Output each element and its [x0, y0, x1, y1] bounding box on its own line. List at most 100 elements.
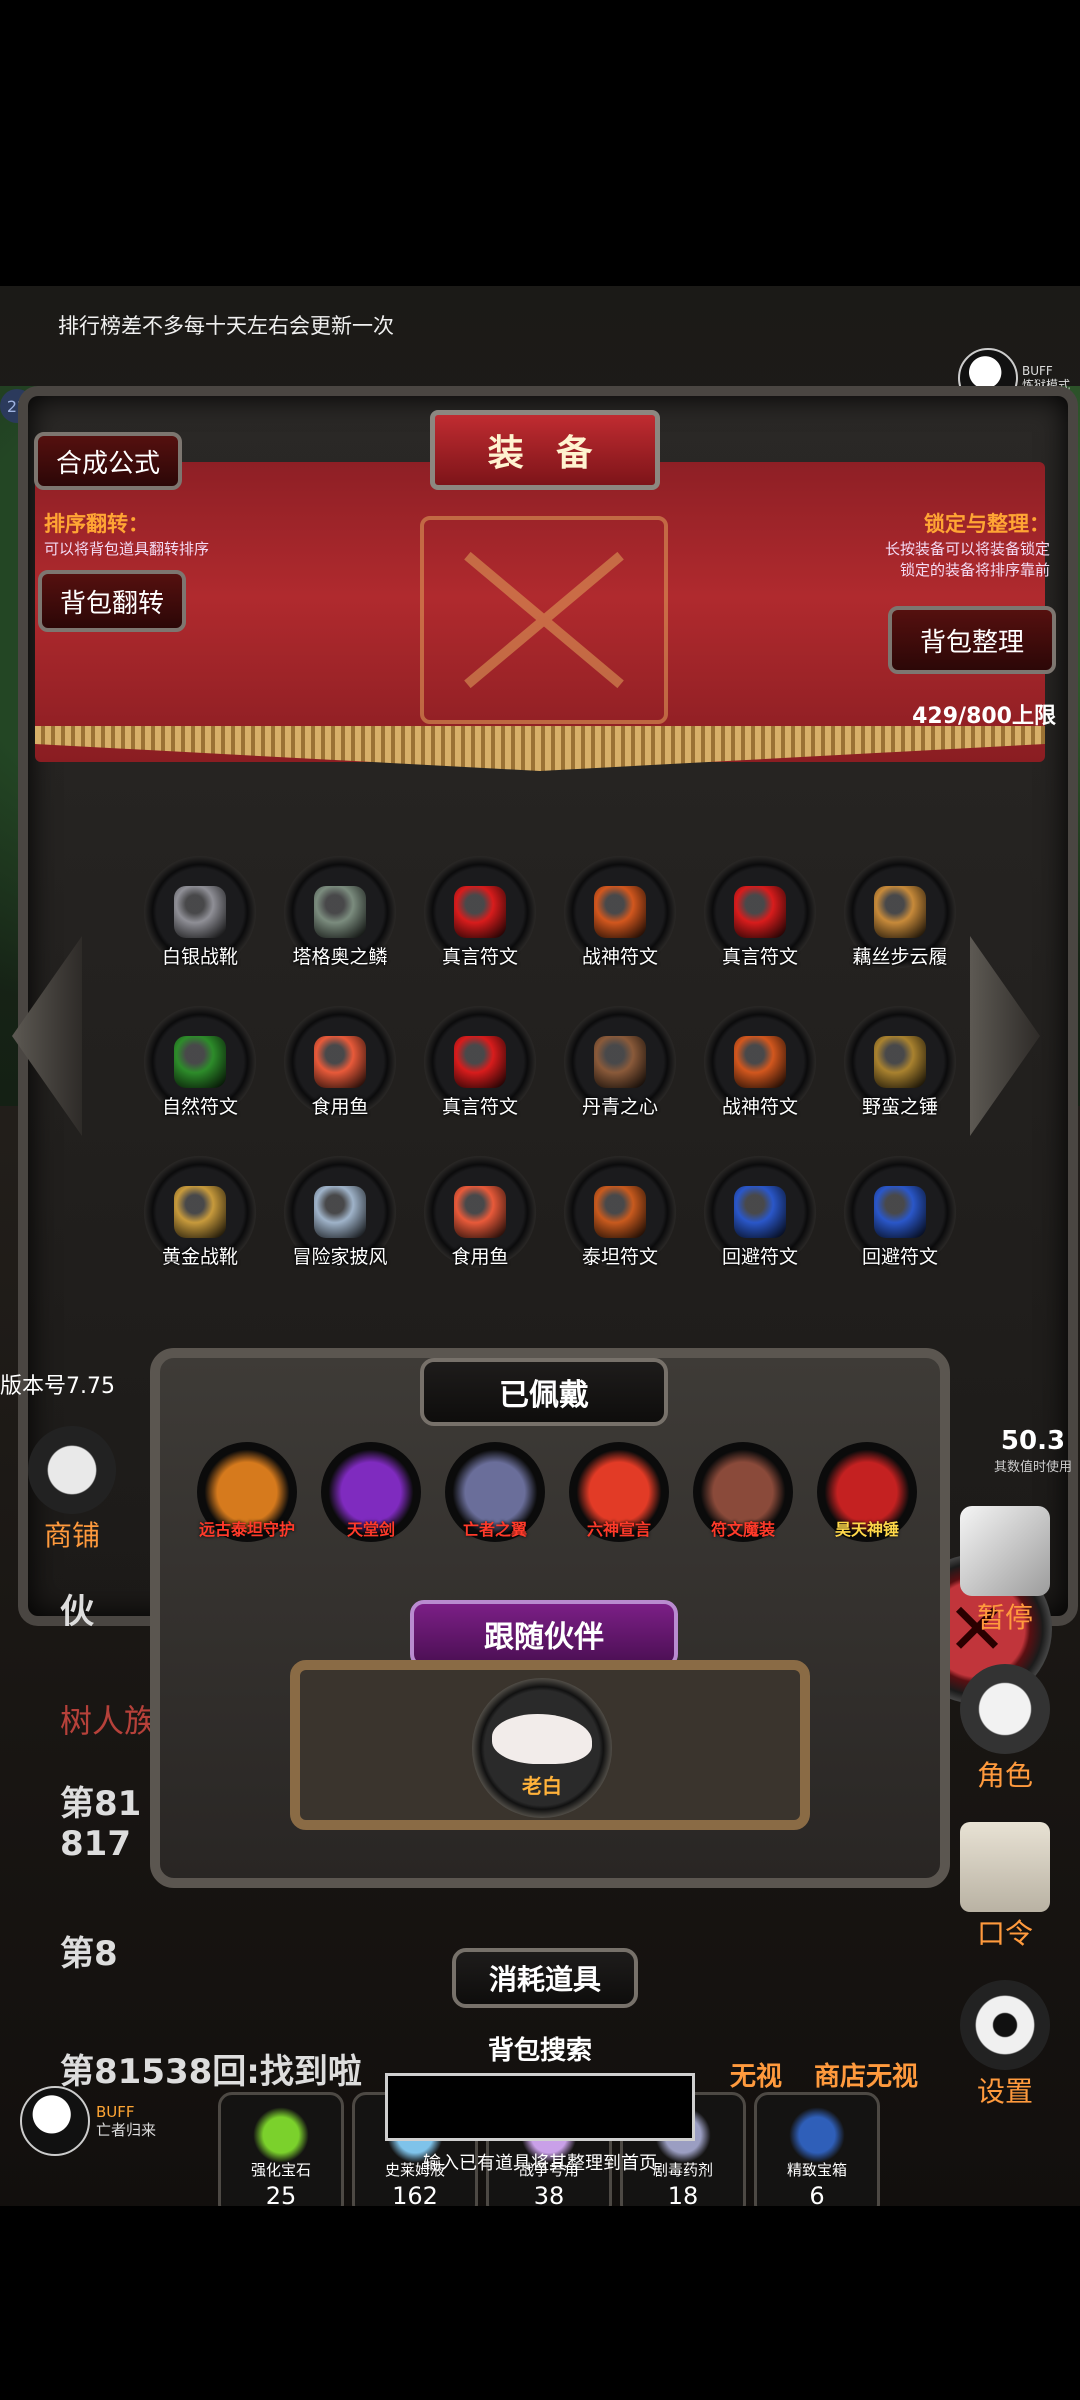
code-button[interactable]: 口令: [950, 1822, 1060, 1952]
gear-icon: [960, 1980, 1050, 2070]
item-icon: [454, 886, 506, 938]
worn-slot[interactable]: 天堂剑: [316, 1442, 426, 1542]
compose-formula-button[interactable]: 合成公式: [34, 432, 182, 490]
inventory-slot[interactable]: 藕丝步云履: [830, 856, 970, 969]
item-name: 白银战靴: [161, 946, 238, 968]
worn-item-name: 天堂剑: [346, 1520, 395, 1539]
item-icon: [734, 886, 786, 938]
shop-ignore-button[interactable]: 商店无视: [814, 2056, 918, 2093]
item-name: 野蛮之锤: [861, 1096, 938, 1118]
pause-button[interactable]: 暂停: [950, 1506, 1060, 1636]
equipment-title: 装 备: [430, 410, 660, 490]
bag-search-hint: 输入已有道具将其整理到首页: [423, 2153, 657, 2174]
consumable-icon: [253, 2107, 309, 2163]
inventory-slot[interactable]: 白银战靴: [130, 856, 270, 969]
game-area: 排行榜差不多每十天左右会更新一次 22 17762 BUFF 炼狱模式 装 备 …: [0, 286, 1080, 2206]
organize-bag-button[interactable]: 背包整理: [888, 606, 1056, 674]
item-icon: [594, 1036, 646, 1088]
item-name: 食用鱼: [451, 1246, 509, 1268]
role-label: 角色: [976, 1759, 1033, 1792]
item-icon: [174, 1186, 226, 1238]
item-icon: [594, 1186, 646, 1238]
hooded-figure-icon: [960, 1664, 1050, 1754]
consumable-count: 25: [265, 2182, 297, 2206]
ignore-button[interactable]: 无视: [730, 2056, 782, 2093]
inventory-slot[interactable]: 丹青之心: [550, 1006, 690, 1119]
flip-bag-button[interactable]: 背包翻转: [38, 570, 186, 632]
crossed-swords-emblem: [420, 516, 668, 724]
inventory-slot[interactable]: 战神符文: [690, 1006, 830, 1119]
item-icon: [874, 886, 926, 938]
inventory-slot[interactable]: 塔格奥之鳞: [270, 856, 410, 969]
role-button[interactable]: 角色: [950, 1664, 1060, 1794]
item-icon: [174, 886, 226, 938]
item-icon: [454, 1036, 506, 1088]
worn-title: 已佩戴: [420, 1358, 668, 1426]
worn-item-name: 六神宣言: [586, 1520, 651, 1539]
settings-button[interactable]: 设置: [950, 1980, 1060, 2110]
inventory-slot[interactable]: 真言符文: [410, 1006, 550, 1119]
code-label: 口令: [976, 1917, 1033, 1950]
buff-label: BUFF: [1021, 364, 1053, 378]
inventory-slot[interactable]: 野蛮之锤: [830, 1006, 970, 1119]
shop-icon: [28, 1426, 116, 1514]
item-icon: [174, 1036, 226, 1088]
dolphin-icon: [492, 1714, 592, 1764]
buff-bottom-label: BUFF: [96, 2103, 135, 2121]
item-icon: [454, 1186, 506, 1238]
partner-label: 伙: [60, 1592, 94, 1632]
top-right-indicator: 50.3 其数值时使用: [994, 1426, 1072, 1475]
worn-slot[interactable]: 昊天神锤: [812, 1442, 922, 1542]
sort-hint-desc: 可以将背包道具翻转排序: [44, 540, 210, 558]
item-name: 藕丝步云履: [852, 946, 948, 968]
inventory-slot[interactable]: 回避符文: [690, 1156, 830, 1269]
story-line-3: 第8: [60, 1934, 118, 1974]
inventory-slot[interactable]: 食用鱼: [410, 1156, 550, 1269]
inventory-slot[interactable]: 食用鱼: [270, 1006, 410, 1119]
item-icon: [734, 1036, 786, 1088]
story-line-1: 第81: [60, 1784, 142, 1824]
worn-item-name: 昊天神锤: [834, 1520, 899, 1539]
consumable-slot[interactable]: 精致宝箱 6: [754, 2092, 880, 2206]
skull-icon: [20, 2086, 90, 2156]
buff-bottom-mode: 亡者归来: [96, 2121, 157, 2139]
item-icon: [874, 1036, 926, 1088]
inventory-slot[interactable]: 黄金战靴: [130, 1156, 270, 1269]
item-name: 黄金战靴: [161, 1246, 238, 1268]
inventory-slot[interactable]: 真言符文: [410, 856, 550, 969]
item-name: 自然符文: [161, 1096, 238, 1118]
inventory-slot[interactable]: 冒险家披风: [270, 1156, 410, 1269]
consumable-name: 强化宝石: [250, 2161, 311, 2179]
item-name: 战神符文: [721, 1096, 798, 1118]
inventory-slot[interactable]: 战神符文: [550, 856, 690, 969]
worn-slot[interactable]: 六神宣言: [564, 1442, 674, 1542]
lock-hint-title: 锁定与整理：: [924, 512, 1050, 536]
consumable-slot[interactable]: 强化宝石 25: [218, 2092, 344, 2206]
worn-slot[interactable]: 远古泰坦守护: [192, 1442, 302, 1542]
shop-button[interactable]: 商铺: [22, 1426, 122, 1554]
bag-search-title: 背包搜索: [487, 2036, 592, 2066]
inventory-slot[interactable]: 泰坦符文: [550, 1156, 690, 1269]
consumable-count: 6: [809, 2182, 825, 2206]
partner-name: 老白: [522, 1774, 562, 1798]
bag-search: 背包搜索 输入已有道具将其整理到首页: [380, 2030, 700, 2200]
tree-label: 树人族: [60, 1702, 157, 1740]
inventory-slot[interactable]: 真言符文: [690, 856, 830, 969]
inventory-slot[interactable]: 回避符文: [830, 1156, 970, 1269]
worn-slot[interactable]: 亡者之翼: [440, 1442, 550, 1542]
item-name: 冒险家披风: [292, 1246, 388, 1268]
item-name: 真言符文: [721, 946, 798, 968]
sort-hint-title: 排序翻转：: [44, 512, 149, 536]
ticker-text: 排行榜差不多每十天左右会更新一次: [58, 314, 394, 338]
lock-hint-desc-1: 长按装备可以将装备锁定: [884, 540, 1050, 558]
item-name: 战神符文: [581, 946, 658, 968]
item-icon: [314, 886, 366, 938]
inventory-slot[interactable]: 自然符文: [130, 1006, 270, 1119]
bag-search-input[interactable]: [385, 2073, 695, 2141]
worn-slot[interactable]: 符文魔装: [688, 1442, 798, 1542]
buff-bottom-button[interactable]: BUFF 亡者归来: [20, 2086, 156, 2156]
partner-slot[interactable]: 老白: [472, 1678, 612, 1818]
item-name: 回避符文: [861, 1246, 938, 1268]
item-name: 真言符文: [441, 1096, 518, 1118]
worn-item-name: 亡者之翼: [462, 1520, 527, 1539]
